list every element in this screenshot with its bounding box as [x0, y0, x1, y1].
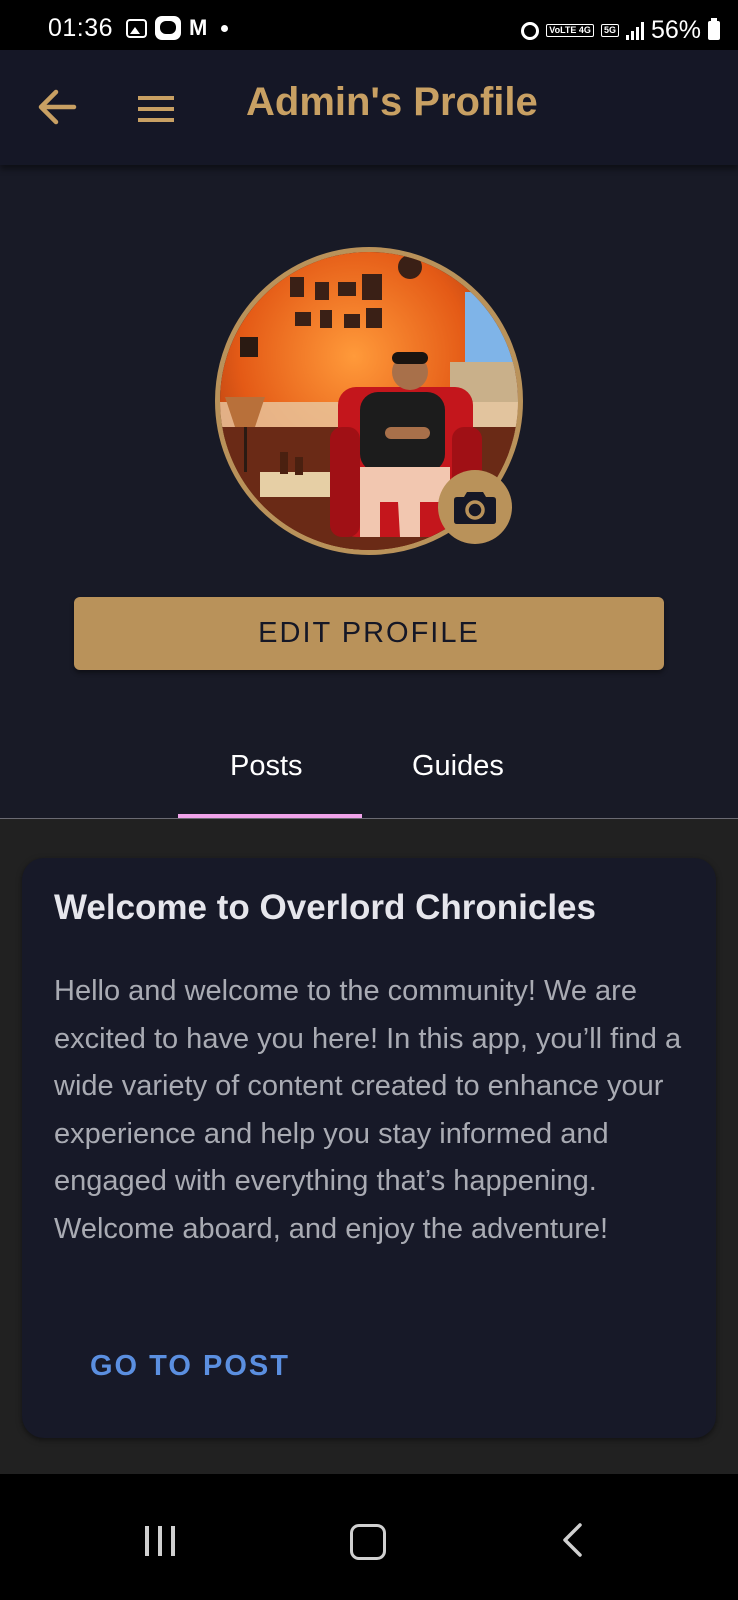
post-body: Hello and welcome to the community! We a… [54, 975, 682, 1245]
battery-icon [708, 18, 720, 40]
face-app-icon [155, 16, 181, 40]
volte-badge: VoLTE 4G [546, 24, 594, 37]
camera-icon [454, 492, 496, 524]
status-bar: 01:36 M VoLTE 4G 5G 56% [0, 0, 738, 50]
5g-badge: 5G [600, 24, 619, 37]
system-nav-bar [0, 1474, 738, 1600]
alarm-icon [521, 21, 540, 40]
recent-apps-icon[interactable] [145, 1526, 175, 1556]
change-photo-button[interactable] [438, 470, 512, 544]
profile-tabs: Posts Guides [0, 730, 738, 820]
hamburger-menu-icon[interactable] [136, 94, 176, 124]
edit-profile-button[interactable]: EDIT PROFILE [74, 597, 664, 670]
status-system-icons: VoLTE 4G 5G 56% [521, 16, 720, 45]
tab-guides[interactable]: Guides [412, 750, 504, 783]
home-icon[interactable] [350, 1524, 386, 1560]
gallery-icon [126, 18, 147, 38]
status-notification-icons: M [126, 15, 229, 40]
page-title: Admin's Profile [246, 80, 538, 124]
app-bar: Admin's Profile [0, 50, 738, 165]
go-to-post-button[interactable]: GO TO POST [90, 1350, 290, 1383]
tab-posts[interactable]: Posts [230, 750, 303, 783]
battery-percent: 56% [650, 16, 701, 44]
post-card: Welcome to Overlord Chronicles Hello and… [22, 858, 716, 1438]
back-icon[interactable] [560, 1522, 584, 1563]
back-arrow-icon[interactable] [36, 88, 78, 126]
gmail-icon: M [189, 15, 208, 40]
signal-icon [625, 21, 644, 40]
notification-dot-icon [221, 24, 229, 32]
status-time: 01:36 [48, 14, 114, 42]
post-title: Welcome to Overlord Chronicles [54, 888, 596, 927]
